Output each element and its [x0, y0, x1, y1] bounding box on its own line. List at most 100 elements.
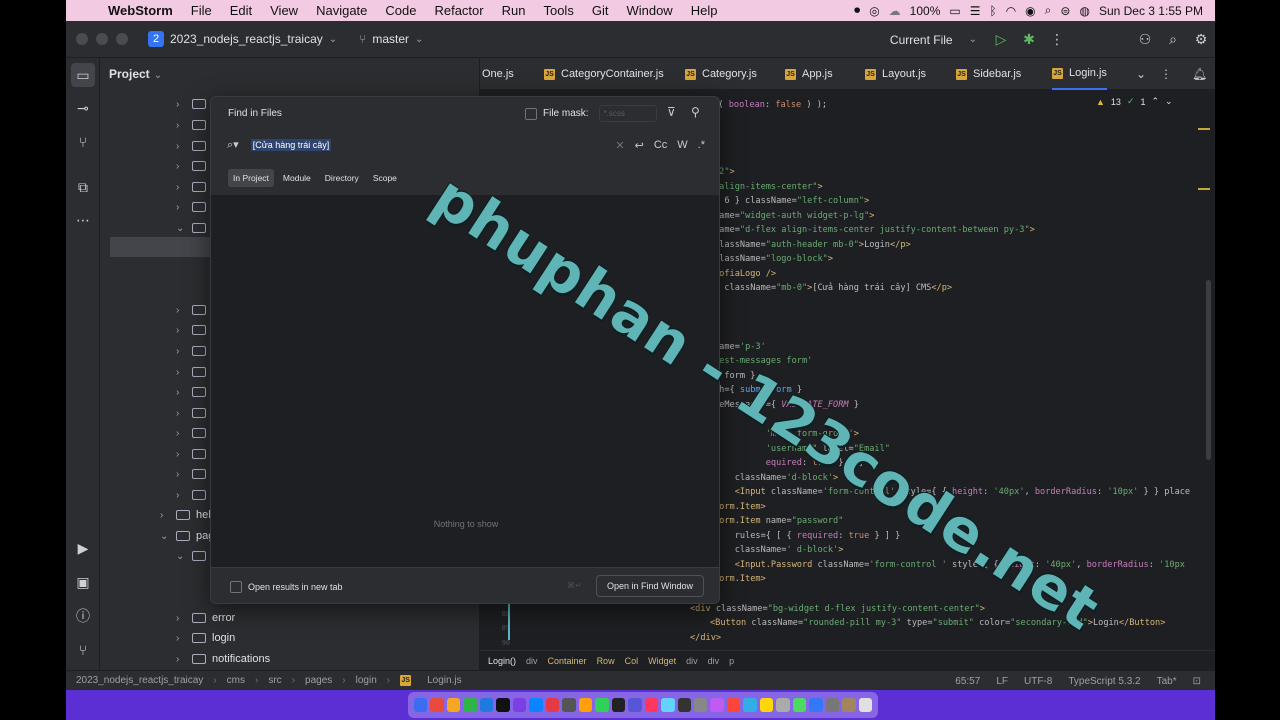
tab-app-js[interactable]: JS App.js — [785, 58, 833, 90]
chevron-down-icon[interactable]: ⌄ — [160, 531, 176, 542]
dock-app-icon[interactable] — [759, 698, 774, 712]
tab-login-js[interactable]: JS Login.js — [1052, 58, 1107, 90]
record-icon[interactable]: ⏺ — [854, 3, 860, 18]
chevron-down-icon[interactable]: ⌄ — [176, 551, 192, 562]
code-line[interactable]: Form.Item name="password" — [714, 514, 843, 528]
chevron-right-icon[interactable]: › — [176, 387, 192, 398]
git-icon[interactable]: ⑂ — [71, 638, 95, 662]
menu-view[interactable]: View — [261, 3, 307, 18]
settings-icon[interactable]: ⚙ — [1187, 31, 1215, 48]
chevron-right-icon[interactable]: › — [176, 408, 192, 419]
results-area[interactable]: Nothing to show — [211, 195, 719, 567]
code-line[interactable]: > className="mb-0">[Cửa hàng trái cây] C… — [714, 281, 952, 295]
crumb[interactable]: Login() — [488, 656, 516, 666]
menu-code[interactable]: Code — [376, 3, 425, 18]
match-case-toggle[interactable]: Cc — [654, 139, 667, 151]
tree-folder[interactable]: ⌄ — [176, 546, 212, 566]
chevron-down-icon[interactable]: ⌄ — [329, 34, 337, 45]
lock-icon[interactable]: ⊡ — [1193, 676, 1201, 687]
structure-icon[interactable]: ⧉ — [71, 175, 95, 199]
code-line[interactable]: rules={ [ { required: true } ] } — [714, 529, 901, 543]
search-input[interactable]: [Cửa hàng trái cây] — [250, 139, 332, 151]
tree-folder[interactable]: › — [176, 300, 212, 320]
tree-folder[interactable]: › — [176, 382, 212, 402]
project-panel-header[interactable]: Project ⌄ — [109, 67, 162, 81]
bluetooth-icon[interactable]: ᛒ — [989, 4, 996, 18]
tree-folder[interactable]: ⌄ — [176, 218, 212, 238]
tree-folder-login[interactable]: › login — [176, 628, 235, 648]
chevron-right-icon[interactable]: › — [176, 654, 192, 665]
debug-icon[interactable]: ✱ — [1015, 31, 1043, 48]
chevron-right-icon[interactable]: › — [160, 510, 176, 521]
chevron-right-icon[interactable]: › — [176, 305, 192, 316]
controls-icon[interactable]: ☰ — [970, 4, 981, 18]
code-line[interactable]: Name="d-flex align-items-center justify-… — [714, 223, 1035, 237]
menu-run[interactable]: Run — [493, 3, 535, 18]
dock-app-icon[interactable] — [743, 698, 757, 712]
path-segment[interactable]: 2023_nodejs_reactjs_traicay — [76, 675, 203, 686]
chevron-right-icon[interactable]: › — [176, 633, 192, 644]
project-folder-icon[interactable]: ▭ — [71, 63, 95, 87]
add-user-icon[interactable]: ⚇ — [1131, 31, 1159, 48]
warning-marker[interactable] — [1198, 188, 1210, 190]
code-line[interactable]: className=' d-block'> — [714, 543, 844, 557]
notifications-bell-icon[interactable]: 🔔︎ — [1192, 58, 1207, 90]
terminal-icon[interactable]: ▣ — [71, 570, 95, 594]
tree-folder-help[interactable]: › help — [160, 505, 217, 525]
code-line[interactable]: className="auth-header mb-0">Login</p> — [714, 238, 911, 252]
menu-git[interactable]: Git — [583, 3, 618, 18]
tree-folder-error[interactable]: › error — [176, 608, 235, 628]
pin-icon[interactable]: ⚲ — [691, 105, 700, 119]
focus-icon[interactable]: ◎ — [869, 4, 879, 18]
more-tools-icon[interactable]: ⋯ — [71, 208, 95, 232]
path-segment[interactable]: cms — [227, 675, 245, 686]
chevron-right-icon[interactable]: › — [176, 141, 192, 152]
filter-icon[interactable]: ⊽ — [667, 105, 676, 119]
maximize-window-button[interactable] — [116, 33, 128, 45]
caret-position[interactable]: 65:57 — [955, 676, 980, 687]
dock-app-icon[interactable] — [595, 698, 609, 712]
menu-help[interactable]: Help — [682, 3, 727, 18]
wifi-icon[interactable]: ◠ — [1006, 4, 1016, 18]
dock-app-icon[interactable] — [825, 698, 840, 712]
open-new-tab-checkbox[interactable] — [230, 580, 242, 593]
dock-app-icon[interactable] — [479, 698, 494, 712]
language-service[interactable]: TypeScript 5.3.2 — [1068, 676, 1140, 687]
tree-folder[interactable]: › — [176, 362, 212, 382]
tree-folder[interactable]: › — [176, 197, 212, 217]
chevron-right-icon[interactable]: › — [176, 490, 192, 501]
chevron-right-icon[interactable]: › — [176, 99, 192, 110]
code-line[interactable]: Form.Item> — [714, 500, 766, 514]
file-mask-checkbox[interactable] — [525, 107, 537, 120]
more-icon[interactable]: ⋮ — [1160, 58, 1172, 90]
dock-app-icon[interactable] — [529, 698, 543, 712]
line-separator[interactable]: LF — [996, 676, 1008, 687]
dock-app-icon[interactable] — [792, 698, 807, 712]
dock-app-icon[interactable] — [661, 698, 675, 712]
tree-folder[interactable]: › — [176, 423, 212, 443]
tree-folder[interactable]: › — [176, 94, 212, 114]
commit-icon[interactable]: ⊸ — [71, 96, 95, 120]
tree-folder[interactable]: › — [176, 115, 212, 135]
dock-app-icon[interactable] — [545, 698, 560, 712]
code-line[interactable]: { 6 } className="left-column"> — [714, 194, 869, 208]
crumb[interactable]: div — [686, 656, 698, 666]
tree-folder[interactable]: › — [176, 136, 212, 156]
dock-app-icon[interactable] — [611, 698, 626, 712]
code-line[interactable]: align-items-center"> — [714, 180, 823, 194]
dock-app-icon[interactable] — [809, 698, 823, 712]
dock-app-icon[interactable] — [446, 698, 461, 712]
path-segment[interactable]: src — [268, 675, 281, 686]
path-segment[interactable]: Login.js — [427, 675, 461, 686]
chevron-right-icon[interactable]: › — [176, 613, 192, 624]
battery-icon[interactable]: ▭ — [949, 4, 960, 18]
chevron-down-icon[interactable]: ⌄ — [1136, 58, 1146, 90]
search-icon[interactable]: ⌕ — [1159, 31, 1187, 48]
dock-app-icon[interactable] — [628, 698, 642, 712]
dock-app-icon[interactable] — [776, 698, 790, 712]
crumb[interactable]: Widget — [648, 656, 676, 666]
clear-icon[interactable]: ✕ — [615, 139, 624, 152]
tree-folder[interactable]: › — [176, 320, 212, 340]
scope-in-project[interactable]: In Project — [228, 169, 274, 187]
dock-app-icon[interactable] — [512, 698, 527, 712]
